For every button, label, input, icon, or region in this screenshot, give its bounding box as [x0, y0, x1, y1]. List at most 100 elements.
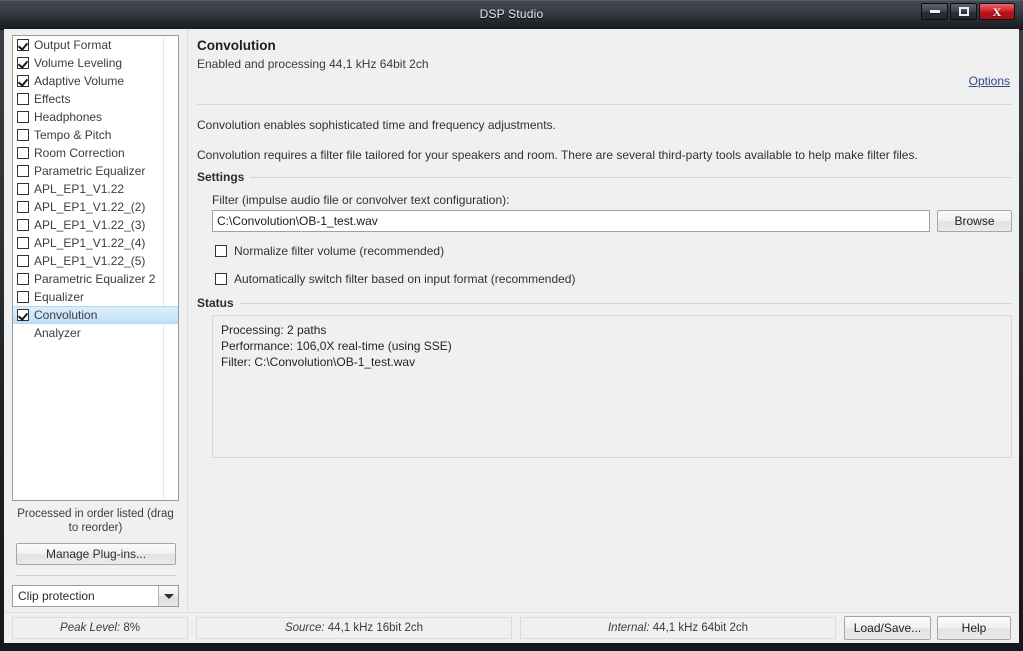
plugin-list-item[interactable]: Headphones	[13, 108, 178, 126]
plugin-enable-checkbox[interactable]	[17, 111, 29, 123]
maximize-button[interactable]	[950, 3, 977, 20]
peak-level-label: Peak Level:	[60, 622, 121, 634]
plugin-list-item[interactable]: Analyzer	[13, 324, 178, 342]
plugin-enable-checkbox[interactable]	[17, 57, 29, 69]
chevron-down-icon[interactable]	[158, 586, 178, 606]
status-line: Processing: 2 paths	[221, 323, 327, 337]
plugin-enable-checkbox[interactable]	[17, 237, 29, 249]
plugin-enable-checkbox[interactable]	[17, 129, 29, 141]
description-paragraph-2: Convolution requires a filter file tailo…	[197, 148, 918, 162]
normalize-filter-volume-label: Normalize filter volume (recommended)	[234, 244, 445, 258]
source-format-cell: Source: 44,1 kHz 16bit 2ch	[196, 617, 512, 639]
internal-format-cell: Internal: 44,1 kHz 64bit 2ch	[520, 617, 836, 639]
panel-separator	[187, 29, 188, 612]
header-divider	[197, 104, 1012, 105]
plugin-list-item[interactable]: Output Format	[13, 36, 178, 54]
plugin-list-item[interactable]: Equalizer	[13, 288, 178, 306]
settings-group-label: Settings	[197, 170, 251, 184]
plugin-list-item[interactable]: Room Correction	[13, 144, 178, 162]
status-group-rule	[197, 303, 1012, 304]
minimize-button[interactable]	[921, 3, 948, 20]
plugin-enable-checkbox[interactable]	[17, 183, 29, 195]
plugin-enable-checkbox[interactable]	[17, 273, 29, 285]
clip-protection-value: Clip protection	[18, 589, 95, 603]
plugin-list-item-label: Parametric Equalizer	[34, 164, 146, 178]
plugin-enable-checkbox[interactable]	[17, 93, 29, 105]
plugin-enable-checkbox[interactable]	[17, 255, 29, 267]
help-button[interactable]: Help	[937, 616, 1011, 640]
plugin-list-item-label: Adaptive Volume	[34, 74, 125, 88]
plugin-enable-checkbox[interactable]	[17, 75, 29, 87]
plugin-list-item-label: Volume Leveling	[34, 56, 123, 70]
clip-protection-select[interactable]: Clip protection	[12, 585, 179, 607]
close-button[interactable]: X	[979, 3, 1015, 20]
options-link[interactable]: Options	[969, 74, 1010, 88]
plugin-enable-checkbox[interactable]	[17, 291, 29, 303]
normalize-filter-volume-row[interactable]: Normalize filter volume (recommended)	[215, 244, 444, 258]
plugin-list-item[interactable]: Parametric Equalizer 2	[13, 270, 178, 288]
status-output-box: Processing: 2 paths Performance: 106,0X r…	[212, 315, 1012, 458]
plugin-list-item[interactable]: APL_EP1_V1.22_(2)	[13, 198, 178, 216]
plugin-list-item-label: Effects	[34, 92, 71, 106]
plugin-enable-checkbox[interactable]	[17, 39, 29, 51]
plugin-list-item-label: Room Correction	[34, 146, 125, 160]
plugin-list-item[interactable]: Convolution	[13, 306, 178, 324]
filter-caption: Filter (impulse audio file or convolver …	[212, 193, 510, 207]
plugin-list-item[interactable]: APL_EP1_V1.22_(5)	[13, 252, 178, 270]
peak-level-value: 8%	[123, 622, 140, 634]
plugin-list-item[interactable]: APL_EP1_V1.22_(4)	[13, 234, 178, 252]
plugin-list-item-label: Parametric Equalizer 2	[34, 272, 156, 286]
window-title: DSP Studio	[479, 7, 544, 21]
internal-format-value: 44,1 kHz 64bit 2ch	[652, 622, 749, 634]
manage-plugins-button[interactable]: Manage Plug-ins...	[16, 543, 176, 565]
peak-level-cell: Peak Level: 8%	[12, 617, 188, 639]
plugin-list[interactable]: Output Format Volume Leveling Adaptive Vol…	[12, 35, 179, 501]
auto-switch-filter-row[interactable]: Automatically switch filter based on inp…	[215, 272, 575, 286]
plugin-list-item[interactable]: Volume Leveling	[13, 54, 178, 72]
plugin-list-item-label: APL_EP1_V1.22_(5)	[34, 254, 146, 268]
status-line: Filter: C:\Convolution\OB-1_test.wav	[221, 355, 416, 369]
plugin-list-item-label: APL_EP1_V1.22_(2)	[34, 200, 146, 214]
plugin-list-item-label: Headphones	[34, 110, 103, 124]
close-icon: X	[992, 4, 1002, 19]
filter-path-input[interactable]	[212, 210, 930, 232]
load-save-button[interactable]: Load/Save...	[844, 616, 931, 640]
status-group-label: Status	[197, 296, 240, 310]
description-paragraph-1: Convolution enables sophisticated time a…	[197, 118, 556, 132]
client-area: Output Format Volume Leveling Adaptive Vol…	[4, 29, 1019, 643]
source-format-value: 44,1 kHz 16bit 2ch	[327, 622, 424, 634]
auto-switch-filter-label: Automatically switch filter based on inp…	[234, 272, 576, 286]
plugin-enable-checkbox[interactable]	[17, 201, 29, 213]
plugin-list-item[interactable]: Adaptive Volume	[13, 72, 178, 90]
plugin-enable-checkbox[interactable]	[17, 309, 29, 321]
minimize-icon	[929, 10, 940, 13]
plugin-list-item[interactable]: APL_EP1_V1.22_(3)	[13, 216, 178, 234]
status-line: Performance: 106,0X real-time (using SSE…	[221, 339, 452, 353]
detail-pane: Convolution Enabled and processing 44,1 …	[189, 29, 1019, 612]
title-bar[interactable]: DSP Studio X	[0, 0, 1023, 30]
plugin-list-item[interactable]: APL_EP1_V1.22	[13, 180, 178, 198]
page-subtitle: Enabled and processing 44,1 kHz 64bit 2c…	[197, 57, 429, 71]
plugin-enable-checkbox[interactable]	[17, 165, 29, 177]
plugin-list-item-label: Output Format	[34, 38, 112, 52]
normalize-filter-volume-checkbox[interactable]	[215, 245, 227, 257]
page-title: Convolution	[197, 38, 276, 53]
application-window: DSP Studio X Output Format Volume Levelin…	[0, 0, 1023, 651]
maximize-icon	[958, 7, 969, 16]
plugin-list-item[interactable]: Parametric Equalizer	[13, 162, 178, 180]
settings-group-rule	[197, 177, 1012, 178]
plugin-list-item[interactable]: Tempo & Pitch	[13, 126, 178, 144]
browse-button[interactable]: Browse	[937, 210, 1012, 232]
plugin-enable-checkbox[interactable]	[17, 219, 29, 231]
left-panel-divider	[16, 575, 176, 576]
plugin-list-rows: Output Format Volume Leveling Adaptive Vol…	[13, 36, 178, 342]
internal-format-label: Internal:	[607, 622, 650, 634]
plugin-list-item-label: Tempo & Pitch	[34, 128, 112, 142]
plugin-enable-checkbox[interactable]	[17, 147, 29, 159]
plugin-list-hint: Processed in order listed (drag to reord…	[17, 508, 174, 534]
status-bar: Peak Level: 8% Source: 44,1 kHz 16bit 2c…	[4, 612, 1019, 643]
auto-switch-filter-checkbox[interactable]	[215, 273, 227, 285]
plugin-list-item[interactable]: Effects	[13, 90, 178, 108]
plugin-list-item-label: Analyzer	[34, 326, 81, 340]
plugin-list-item-label: Equalizer	[34, 290, 85, 304]
